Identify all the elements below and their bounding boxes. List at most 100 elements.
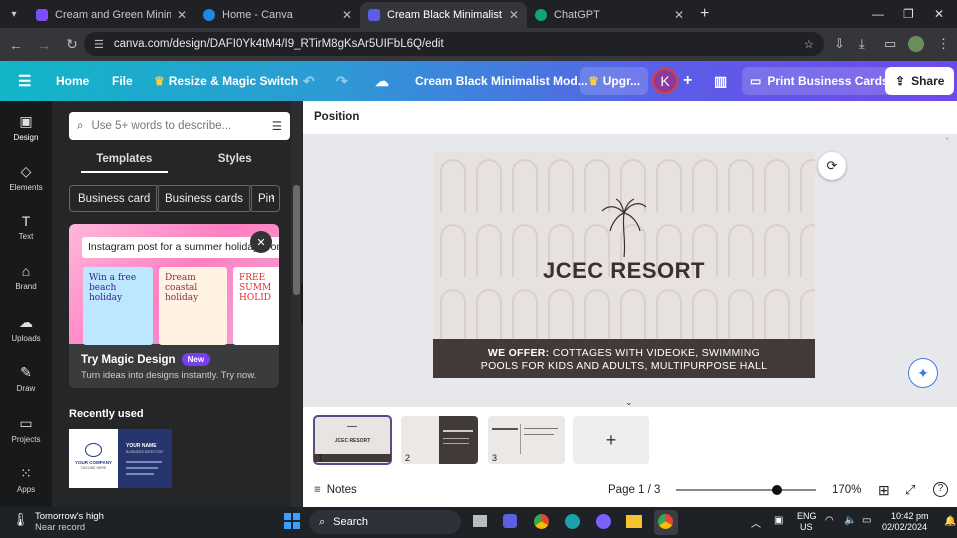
minimize-icon[interactable]: — <box>872 0 884 28</box>
chrome-active-app[interactable] <box>654 510 678 535</box>
side-panel-icon[interactable]: ▭ <box>884 36 896 52</box>
recent-design-thumb[interactable]: YOUR COMPANY TAGLINE HERE YOUR NAME BUSI… <box>69 429 172 488</box>
meet-app-icon[interactable] <box>503 514 517 528</box>
tab-search-icon[interactable]: ▾ <box>0 0 28 28</box>
magic-assistant-icon[interactable]: ✦ <box>908 358 938 388</box>
tray-chevron-up-icon[interactable]: ︿ <box>751 515 761 530</box>
business-card-canvas[interactable]: JCEC RESORT WE OFFER: COTTAGES WITH VIDE… <box>433 152 815 378</box>
new-badge: New <box>181 353 211 366</box>
taskbar-search[interactable]: ⌕ Search <box>309 510 461 534</box>
insights-chart-icon[interactable]: ▥ <box>714 61 727 101</box>
rail-brand[interactable]: ⌂ Brand <box>0 263 52 291</box>
grid-view-icon[interactable]: ⊞ <box>878 482 890 499</box>
add-page-button[interactable]: + <box>573 416 649 464</box>
file-manager-app-icon[interactable] <box>473 515 487 527</box>
share-button[interactable]: ⇪ Share <box>885 67 955 95</box>
file-menu-button[interactable]: File <box>112 61 133 101</box>
address-bar[interactable]: ☰ canva.com/design/DAFI0Yk4tM4/I9_RTirM8… <box>84 32 824 56</box>
browser-tab[interactable]: Home - Canva ✕ <box>195 2 360 28</box>
volume-icon[interactable]: 🔈 <box>844 515 856 526</box>
page-thumb[interactable]: 2 <box>401 416 478 464</box>
tab-styles[interactable]: Styles <box>180 145 291 173</box>
battery-icon[interactable]: ▭ <box>862 515 871 526</box>
download-icon[interactable]: ⤓ <box>859 36 865 52</box>
refresh-icon[interactable]: ⟳ <box>818 152 846 180</box>
document-title[interactable]: Cream Black Minimalist Mod... <box>415 61 588 101</box>
offer-text[interactable]: WE OFFER: COTTAGES WITH VIDEOKE, SWIMMIN… <box>433 339 815 378</box>
close-tab-icon[interactable]: ✕ <box>509 8 519 22</box>
close-promo-icon[interactable]: ✕ <box>250 231 272 253</box>
fullscreen-icon[interactable]: ⤢ <box>905 482 915 498</box>
rail-elements[interactable]: ◇ Elements <box>0 163 52 192</box>
close-tab-icon[interactable]: ✕ <box>177 8 187 22</box>
rail-design[interactable]: ▣ Design <box>0 113 52 142</box>
profile-avatar[interactable] <box>908 36 924 52</box>
page-indicator[interactable]: Page 1 / 3 <box>608 484 660 496</box>
rail-projects[interactable]: ▭ Projects <box>0 415 52 444</box>
close-tab-icon[interactable]: ✕ <box>342 8 352 22</box>
notes-button[interactable]: ≡ Notes <box>314 484 357 496</box>
share-icon: ⇪ <box>895 74 906 88</box>
magic-design-promo[interactable]: Instagram post for a summer holiday prom… <box>69 224 279 388</box>
template-search-input[interactable]: ⌕ Use 5+ words to describe... ☰ <box>69 112 290 140</box>
wifi-icon[interactable]: ◠ <box>825 515 834 526</box>
restore-icon[interactable]: ❐ <box>903 0 914 28</box>
notification-bell-icon[interactable]: 🔔 <box>944 516 956 527</box>
promo-card: Dream coastal holiday <box>159 267 227 345</box>
crown-icon: ♛ <box>588 74 599 88</box>
new-tab-icon[interactable]: + <box>700 5 709 23</box>
chip-pin[interactable]: Pin <box>249 185 280 212</box>
browser-menu-icon[interactable]: ⋮ <box>937 36 950 52</box>
reload-icon[interactable]: ↻ <box>60 36 84 53</box>
browser-tab[interactable]: ChatGPT ✕ <box>527 2 692 28</box>
clock-time[interactable]: 10:42 pm <box>891 511 929 521</box>
rail-draw[interactable]: ✎ Draw <box>0 364 52 393</box>
page-thumb[interactable]: JCEC RESORT 1 <box>313 415 392 465</box>
filter-icon[interactable]: ☰ <box>272 119 282 133</box>
user-avatar[interactable]: K <box>652 68 678 94</box>
home-button[interactable]: Home <box>56 61 89 101</box>
chevron-right-icon[interactable]: › <box>271 191 275 203</box>
redo-icon[interactable]: ↷ <box>336 61 348 101</box>
zoom-slider-knob[interactable] <box>771 485 782 495</box>
rail-text[interactable]: T Text <box>0 213 52 241</box>
chrome-app-icon[interactable] <box>534 514 549 529</box>
help-icon[interactable]: ? <box>933 482 948 497</box>
windows-start-icon[interactable] <box>284 513 300 529</box>
rail-apps[interactable]: ⁙ Apps <box>0 465 52 494</box>
upgrade-button[interactable]: ♛ Upgr... <box>580 67 649 95</box>
page-thumb[interactable]: 3 <box>488 416 565 464</box>
edge-app-icon[interactable] <box>565 514 580 529</box>
resize-button[interactable]: ♛ Resize & Magic Switch <box>154 61 298 101</box>
rail-uploads[interactable]: ☁ Uploads <box>0 314 52 343</box>
print-business-cards-button[interactable]: ▭ Print Business Cards <box>742 67 897 95</box>
chip-business-card[interactable]: Business card <box>69 185 160 212</box>
site-info-icon[interactable]: ☰ <box>94 38 104 51</box>
messenger-app-icon[interactable] <box>596 514 611 529</box>
tray-app-icon[interactable]: ▣ <box>774 515 783 526</box>
zoom-level[interactable]: 170% <box>832 484 861 496</box>
close-tab-icon[interactable]: ✕ <box>674 8 684 22</box>
language-indicator[interactable]: ENG <box>797 511 817 521</box>
hamburger-menu-icon[interactable]: ☰ <box>18 61 31 101</box>
chatgpt-favicon-icon <box>535 9 547 21</box>
forward-icon[interactable]: → <box>32 37 56 53</box>
undo-icon[interactable]: ↶ <box>303 61 315 101</box>
cloud-saved-icon[interactable]: ☁ <box>375 61 389 101</box>
browser-tab-active[interactable]: Cream Black Minimalist Moder ✕ <box>360 2 527 28</box>
position-button[interactable]: Position <box>303 101 957 134</box>
bookmark-star-icon[interactable]: ☆ <box>804 37 814 51</box>
chip-business-cards[interactable]: Business cards <box>156 185 252 212</box>
weather-text[interactable]: Tomorrow's high <box>35 511 104 522</box>
resort-name[interactable]: JCEC RESORT <box>433 258 815 284</box>
scrollbar-thumb[interactable] <box>293 185 300 295</box>
zoom-slider[interactable] <box>676 485 816 495</box>
close-window-icon[interactable]: ✕ <box>934 0 944 28</box>
back-icon[interactable]: ← <box>4 37 28 53</box>
browser-tab[interactable]: Cream and Green Minimal Crea ✕ <box>28 2 195 28</box>
weather-icon[interactable]: 🌡 <box>12 512 29 530</box>
tab-templates[interactable]: Templates <box>69 145 180 173</box>
install-app-icon[interactable]: ⇩ <box>834 36 845 52</box>
add-collaborator-icon[interactable]: + <box>683 61 692 101</box>
folder-app-icon[interactable] <box>626 515 642 528</box>
